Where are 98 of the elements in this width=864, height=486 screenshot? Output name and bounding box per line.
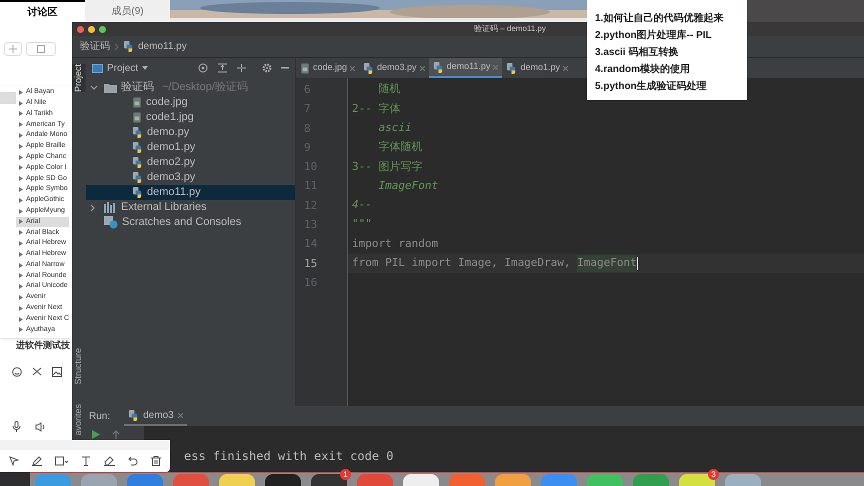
text-cursor <box>636 256 638 270</box>
close-icon[interactable] <box>350 66 356 70</box>
note-line: 5.python生成验证码处理 <box>595 80 707 94</box>
python-file-icon <box>132 172 143 183</box>
tree-item[interactable]: demo2.py <box>86 155 295 170</box>
expand-icon[interactable] <box>218 63 227 73</box>
code-text: ImageFont <box>377 178 438 194</box>
console-output: ess finished with exit code 0 <box>184 449 394 463</box>
code-text: 字体随机 <box>377 139 422 156</box>
tree-item[interactable]: code1.jpg <box>86 110 295 125</box>
note-line: 1.如何让自己的代码优雅起来 <box>595 12 724 26</box>
check-button[interactable] <box>26 42 56 56</box>
text-tool-icon[interactable] <box>81 456 92 466</box>
folder-icon <box>104 82 117 92</box>
breadcrumb-item[interactable]: 验证码 <box>80 39 110 54</box>
plus-icon <box>9 45 17 53</box>
app-icon[interactable] <box>403 474 439 486</box>
selection-strip <box>0 92 16 104</box>
library-icon <box>104 202 117 213</box>
pen-icon[interactable] <box>32 456 42 466</box>
editor-tab[interactable]: demo11.py <box>428 58 502 78</box>
chevron-right-icon <box>114 42 119 50</box>
run-icon[interactable] <box>92 430 100 439</box>
python-file-icon <box>123 41 134 52</box>
python-file-icon <box>363 62 374 74</box>
collapse-icon[interactable] <box>237 63 246 73</box>
tree-item[interactable]: External Libraries <box>86 200 295 215</box>
tree-item[interactable]: code.jpg <box>86 95 295 110</box>
code-text: 4-- <box>352 197 372 214</box>
chevron-right-icon <box>90 204 96 212</box>
tree-item[interactable]: demo.py <box>86 125 295 140</box>
tree-item[interactable]: demo11.py <box>86 185 295 200</box>
settings-icon[interactable] <box>262 63 272 73</box>
delete-icon[interactable] <box>150 456 161 466</box>
tab[interactable]: 成员(9) <box>85 0 170 22</box>
run-label: Run: <box>89 410 110 424</box>
tree-item[interactable]: demo1.py <box>86 140 295 155</box>
python-file-icon <box>128 410 140 420</box>
line-number: 15 <box>303 256 318 272</box>
side-tab[interactable]: avorites <box>72 404 86 436</box>
checkbox-icon <box>37 45 45 53</box>
python-file-icon <box>132 142 143 153</box>
undo-icon[interactable] <box>128 456 138 466</box>
smile-icon[interactable] <box>12 366 22 376</box>
image-icon[interactable] <box>52 366 62 376</box>
tree-item[interactable]: Scratches and Consoles <box>86 215 295 230</box>
rectangle-icon[interactable] <box>54 456 69 466</box>
code-text: ImageFont <box>577 255 637 272</box>
add-button[interactable] <box>4 42 22 56</box>
image-file-icon <box>132 97 142 108</box>
minimize-button[interactable] <box>88 26 95 32</box>
editor-tab[interactable]: demo1.py <box>502 58 572 78</box>
note-line: 2.python图片处理库-- PIL <box>595 28 712 43</box>
image-file-icon <box>132 112 142 123</box>
scratch-icon <box>104 216 118 229</box>
close-icon[interactable] <box>420 66 425 70</box>
pointer-icon[interactable] <box>9 456 20 466</box>
side-tab[interactable]: Project <box>72 64 86 92</box>
eraser-icon[interactable] <box>104 456 116 466</box>
close-icon[interactable] <box>493 64 498 70</box>
code-text: 2-- 字体 <box>352 100 400 117</box>
editor-tab[interactable]: code.jpg <box>296 58 360 78</box>
minimize-icon[interactable] <box>281 67 289 69</box>
tree-item[interactable]: 验证码 ~/Desktop/验证码 <box>86 80 295 95</box>
microphone-icon[interactable] <box>12 421 21 432</box>
chevron-down-icon <box>90 84 98 90</box>
code-text: 3-- 图片写字 <box>352 158 422 175</box>
note-line: 3.ascii 码相互转换 <box>595 46 678 60</box>
code-text: 随机 <box>377 81 400 98</box>
zoom-button[interactable] <box>99 26 106 32</box>
python-file-icon <box>432 62 444 72</box>
arrow-up-icon[interactable] <box>112 430 120 439</box>
note-line: 4.random模块的使用 <box>595 62 690 77</box>
code-text: from PIL import Image, ImageDraw, <box>352 255 572 272</box>
locate-icon[interactable] <box>198 63 208 73</box>
side-tab[interactable]: Structure <box>72 348 86 384</box>
window-title: 验证码 – demo11.py <box>474 23 546 35</box>
panel-title[interactable]: Project <box>107 60 138 76</box>
image-file-icon <box>300 62 310 74</box>
window-icon <box>92 64 103 72</box>
breadcrumb-item[interactable]: demo11.py <box>138 39 187 54</box>
speaker-icon[interactable] <box>35 422 45 432</box>
close-icon[interactable] <box>562 66 568 70</box>
code-text: ascii <box>377 120 412 136</box>
scissors-icon[interactable] <box>32 366 42 376</box>
close-icon[interactable] <box>178 412 183 418</box>
editor-tab[interactable]: demo3.py <box>359 58 429 78</box>
tree-item[interactable]: demo3.py <box>86 170 295 185</box>
code-text: import random <box>352 236 438 252</box>
python-file-icon <box>132 127 143 138</box>
app-icon[interactable] <box>219 474 255 486</box>
close-button[interactable] <box>77 26 84 32</box>
python-file-icon <box>132 187 143 198</box>
python-file-icon <box>506 62 518 74</box>
python-file-icon <box>132 157 143 168</box>
caret-icon <box>142 66 148 70</box>
code-text: """ <box>352 216 372 232</box>
app-icon[interactable] <box>265 474 301 486</box>
